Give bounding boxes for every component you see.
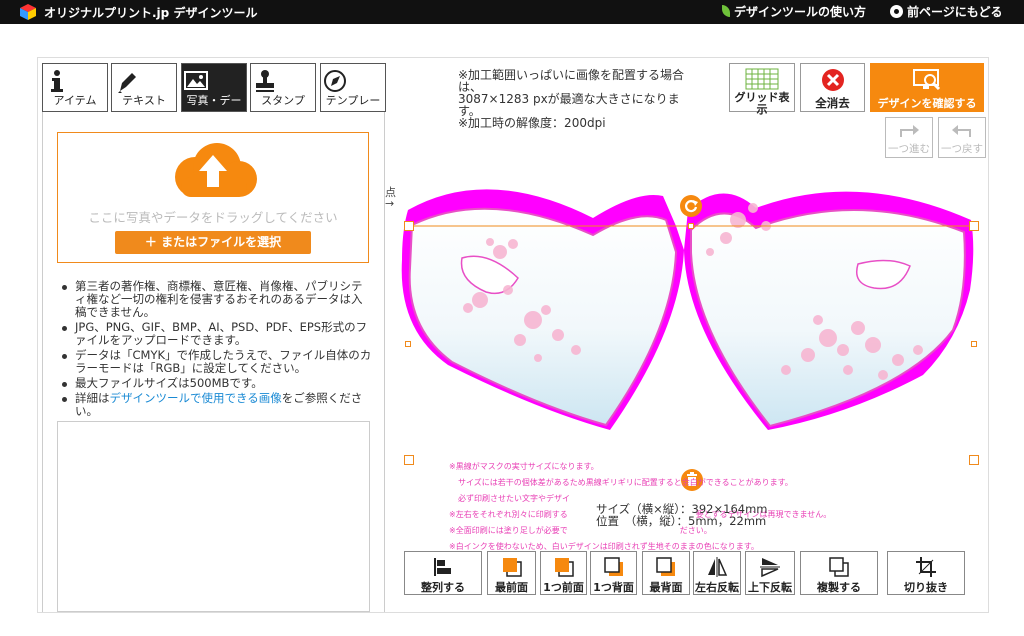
note-item: データは「CMYK」で作成したうえで、ファイル自体のカラーモードは「RGB」に設…	[60, 349, 372, 375]
tab-item[interactable]: アイテム	[42, 63, 108, 112]
duplicate-button[interactable]: 複製する	[800, 551, 878, 595]
cloud-upload-icon	[175, 143, 257, 197]
hint-line: サイズには若干の個体差があるため黒線ギリギリに配置すると余白ができることがありま…	[458, 478, 793, 487]
duplicate-label: 複製する	[817, 581, 861, 594]
confirm-design-button[interactable]: デザインを確認する	[870, 63, 984, 112]
hint-line: ※白インクを使わないため、白いデザインは印刷されず生地そのままの色になります。	[449, 542, 759, 551]
grid-label: グリッド表示	[734, 91, 790, 116]
tab-template[interactable]: テンプレー	[320, 63, 386, 112]
tab-text[interactable]: テキスト	[111, 63, 177, 112]
undo-icon	[952, 125, 971, 137]
align-label: 整列する	[421, 581, 465, 594]
grid-icon	[745, 68, 779, 90]
crop-button[interactable]: 切り抜き	[887, 551, 965, 595]
note-prefix: 詳細は	[75, 391, 110, 405]
note-item: JPG、PNG、GIF、BMP、AI、PSD、PDF、EPS形式のファイルをアッ…	[60, 321, 372, 347]
flip-vertical-icon	[760, 558, 780, 578]
redo-label: 一つ進む	[888, 143, 930, 155]
info-line: ※加工時の解像度：200dpi	[458, 116, 606, 130]
logo-icon	[20, 4, 36, 20]
usable-images-link[interactable]: デザインツールで使用できる画像	[110, 391, 282, 405]
grid-toggle-button[interactable]: グリッド表示	[729, 63, 795, 116]
tab-text-label: テキスト	[122, 94, 166, 107]
flip-vertical-label: 上下反転	[748, 581, 792, 594]
send-back-button[interactable]: 最背面	[642, 551, 690, 595]
template-icon	[324, 70, 346, 92]
pen-icon	[118, 73, 136, 93]
bring-forward-icon	[554, 558, 574, 577]
info-line: 3087×1283 pxが最適な大きさになります。	[458, 92, 680, 118]
drop-instruction: ここに写真やデータをドラッグしてください	[88, 210, 338, 225]
tab-item-label: アイテム	[53, 94, 97, 107]
resize-handle-e[interactable]	[971, 341, 977, 347]
crop-label: 切り抜き	[904, 581, 948, 594]
image-icon	[184, 71, 208, 90]
flip-horizontal-icon	[708, 557, 728, 577]
undo-button[interactable]: 一つ戻す	[938, 117, 986, 158]
undo-label: 一つ戻す	[941, 143, 983, 155]
howto-label: デザインツールの使い方	[734, 5, 867, 19]
clear-all-button[interactable]: 全消去	[800, 63, 865, 112]
preview-icon	[913, 69, 941, 91]
duplicate-icon	[829, 557, 849, 577]
mask-right-panel	[684, 191, 974, 430]
send-backward-icon	[603, 557, 623, 576]
flip-horizontal-label: 左右反転	[695, 581, 739, 594]
hint-line: ※黒線がマスクの実寸サイズになります。	[449, 462, 599, 471]
send-back-icon	[656, 557, 675, 576]
canvas-info: ※加工範囲いっぱいに画像を配置する場合は、 3087×1283 pxが最適な大き…	[458, 69, 688, 129]
note-item: 第三者の著作権、商標権、意匠権、肖像権、パブリシティ権など一切の権利を侵害するお…	[60, 280, 372, 319]
align-button[interactable]: 整列する	[404, 551, 482, 595]
note-item: 最大ファイルサイズは500MBです。	[60, 377, 372, 390]
rotate-icon[interactable]	[680, 195, 702, 217]
crop-icon	[916, 557, 936, 577]
back-label: 前ページにもどる	[907, 5, 1003, 19]
bring-front-button[interactable]: 最前面	[487, 551, 536, 595]
tab-template-label: テンプレー	[325, 94, 381, 107]
position-label: 位置 （横，縦）：5mm，22mm	[596, 514, 767, 528]
close-icon	[821, 69, 844, 91]
info-line: ※加工範囲いっぱいに画像を配置する場合は、	[458, 68, 685, 94]
redo-icon	[900, 125, 919, 137]
top-bar: オリジナルプリント.jp デザインツール デザインツールの使い方 前ページにもど…	[0, 0, 1024, 24]
flip-horizontal-button[interactable]: 左右反転	[693, 551, 741, 595]
choose-file-button[interactable]: ＋ またはファイルを選択	[115, 231, 311, 254]
confirm-design-label: デザインを確認する	[877, 97, 977, 110]
align-icon	[434, 558, 451, 576]
back-link[interactable]: 前ページにもどる	[890, 3, 1003, 20]
tab-photo[interactable]: 写真・デー	[181, 63, 247, 112]
send-backward-button[interactable]: 1つ背面	[590, 551, 637, 595]
tab-stamp[interactable]: スタンプ	[250, 63, 316, 112]
bring-forward-label: 1つ前面	[543, 581, 584, 594]
send-backward-label: 1つ背面	[593, 581, 634, 594]
back-icon	[890, 5, 903, 18]
uploaded-images-list[interactable]	[57, 421, 370, 612]
clear-all-label: 全消去	[815, 96, 850, 110]
info-icon	[51, 70, 63, 92]
resize-handle-sw[interactable]	[404, 455, 414, 465]
resize-handle-ne[interactable]	[969, 221, 979, 231]
size-position-readout: サイズ（横×縦）：392×164mm 位置 （横，縦）：5mm，22mm	[596, 503, 767, 527]
howto-link[interactable]: デザインツールの使い方	[722, 3, 866, 20]
resize-handle-se[interactable]	[969, 455, 979, 465]
tab-photo-label: 写真・デー	[186, 94, 242, 107]
flip-vertical-button[interactable]: 上下反転	[745, 551, 795, 595]
resize-handle-n[interactable]	[688, 223, 694, 229]
send-back-label: 最背面	[649, 581, 683, 594]
resize-handle-w[interactable]	[405, 341, 411, 347]
bring-front-label: 最前面	[495, 581, 528, 594]
upload-notes: 第三者の著作権、商標権、意匠権、肖像権、パブリシティ権など一切の権利を侵害するお…	[60, 280, 372, 420]
redo-button[interactable]: 一つ進む	[885, 117, 933, 158]
leaf-icon	[722, 5, 730, 17]
stamp-icon	[256, 70, 274, 92]
upload-dropzone[interactable]: ここに写真やデータをドラッグしてください ＋ またはファイルを選択	[57, 132, 369, 263]
bring-forward-button[interactable]: 1つ前面	[540, 551, 587, 595]
bring-front-icon	[502, 558, 522, 577]
brand-title: オリジナルプリント.jp デザインツール	[44, 6, 258, 20]
resize-handle-nw[interactable]	[404, 221, 414, 231]
tab-stamp-label: スタンプ	[261, 94, 305, 107]
note-item: 詳細はデザインツールで使用できる画像をご参照ください。	[60, 392, 372, 418]
